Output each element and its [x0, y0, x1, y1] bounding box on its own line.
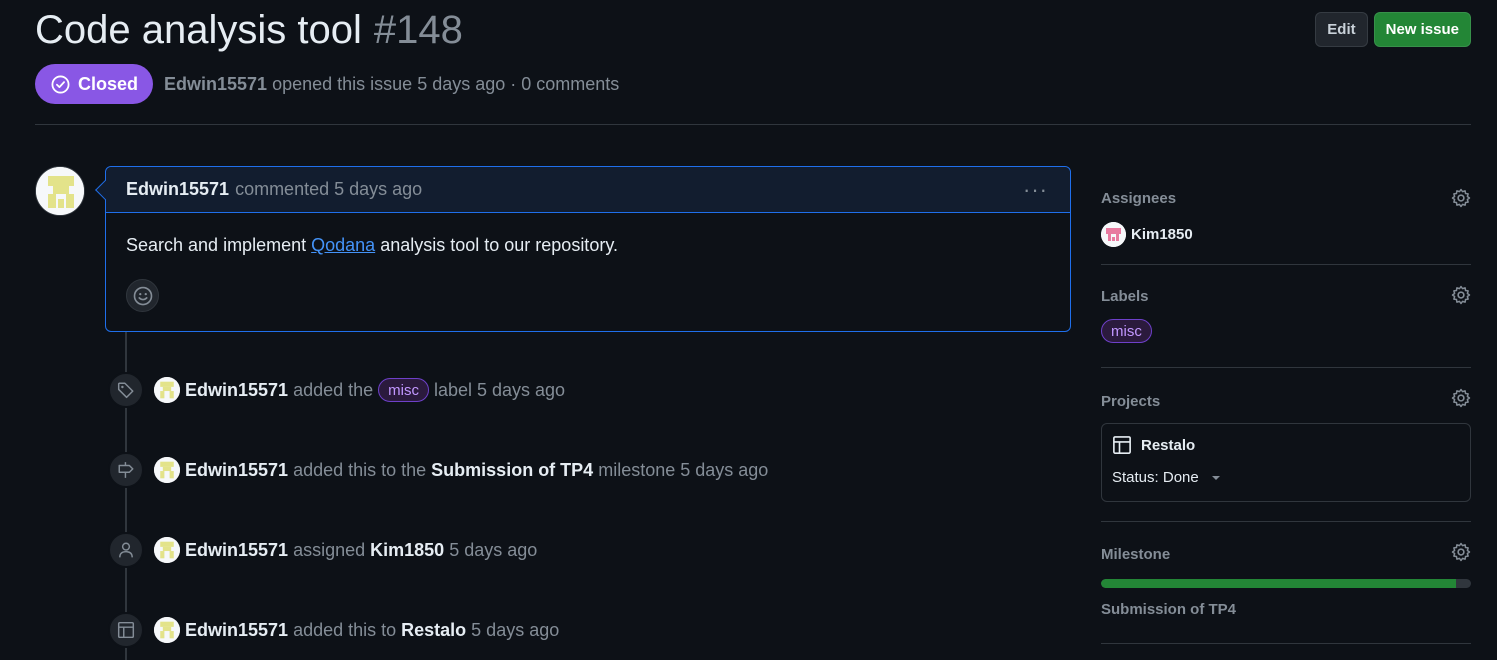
new-issue-button[interactable]: New issue: [1373, 12, 1471, 47]
event-text: added the: [293, 379, 374, 400]
comment-text-before: Search and implement: [126, 235, 307, 255]
gear-icon[interactable]: [1451, 188, 1471, 208]
labels-section: Labels misc: [1101, 265, 1471, 368]
comment-author-link[interactable]: Edwin15571: [126, 179, 229, 200]
author-avatar[interactable]: [35, 166, 85, 216]
identicon-image: [154, 537, 180, 563]
opened-info: opened this issue 5 days ago · 0 comment…: [272, 73, 620, 94]
actor-avatar[interactable]: [154, 377, 180, 403]
issue-comment: Edwin15571 commented 5 days ago ··· Sear…: [95, 166, 1071, 332]
tag-icon-wrapper: [108, 372, 144, 408]
header-actions: Edit New issue: [1315, 12, 1471, 47]
identicon-image: [154, 457, 180, 483]
project-status-dropdown[interactable]: Status: Done: [1112, 469, 1460, 486]
comment-pointer: [95, 180, 115, 200]
table-icon: [117, 621, 135, 639]
milestone-progress-fill: [1101, 579, 1457, 588]
gear-icon[interactable]: [1451, 542, 1471, 562]
milestone-icon: [118, 462, 134, 478]
gear-icon[interactable]: [1451, 285, 1471, 305]
issue-title-row: Code analysis tool #148: [35, 8, 463, 53]
event-text: label 5 days ago: [433, 379, 566, 400]
actor-avatar[interactable]: [154, 617, 180, 643]
actor-avatar[interactable]: [154, 457, 180, 483]
actor-link[interactable]: Edwin15571: [185, 460, 288, 481]
label-chip-misc[interactable]: misc: [1101, 319, 1152, 343]
person-icon: [119, 542, 133, 558]
table-icon-wrapper: [108, 612, 144, 648]
milestone-link[interactable]: Submission of TP4: [431, 460, 593, 481]
projects-title: Projects: [1101, 393, 1161, 410]
assignees-title: Assignees: [1101, 190, 1177, 207]
event-text: 5 days ago: [449, 539, 538, 560]
issue-number: #148: [373, 8, 463, 52]
caret-down-icon: [1211, 475, 1220, 480]
edit-button[interactable]: Edit: [1315, 12, 1368, 47]
assignee-avatar: [1101, 222, 1126, 247]
table-icon: [1113, 436, 1131, 454]
milestone-progress-bar: [1101, 579, 1471, 588]
issue-title: Code analysis tool: [35, 8, 362, 52]
timeline-event-label: Edwin15571 added the misc label 5 days a…: [108, 372, 570, 408]
identicon-image: [154, 617, 180, 643]
add-reaction-button[interactable]: [126, 279, 159, 312]
actor-link[interactable]: Edwin15571: [185, 620, 288, 641]
issue-author-link[interactable]: Edwin15571: [164, 74, 267, 94]
actor-link[interactable]: Edwin15571: [185, 380, 288, 401]
assignee-name: Kim1850: [1131, 226, 1193, 243]
timeline-event-milestone: Edwin15571 added this to the Submission …: [108, 452, 773, 488]
timeline-event-assigned: Edwin15571 assigned Kim1850 5 days ago: [108, 532, 542, 568]
issue-opened-text: Edwin15571 opened this issue 5 days ago …: [164, 74, 619, 95]
issue-meta: Closed Edwin15571 opened this issue 5 da…: [35, 64, 619, 104]
identicon-image: [154, 377, 180, 403]
smiley-icon: [133, 286, 152, 305]
actor-avatar[interactable]: [154, 537, 180, 563]
projects-section: Projects Restalo Status: Done: [1101, 368, 1471, 522]
identicon-image: [1101, 222, 1126, 247]
project-name-link[interactable]: Restalo: [1141, 437, 1195, 454]
assignee-link[interactable]: Kim1850: [370, 540, 444, 561]
project-card: Restalo Status: Done: [1101, 423, 1471, 502]
status-label: Closed: [78, 73, 139, 94]
labels-title: Labels: [1101, 288, 1149, 305]
kebab-menu-icon[interactable]: ···: [1023, 177, 1048, 203]
project-link[interactable]: Restalo: [401, 620, 466, 641]
event-text: milestone 5 days ago: [598, 459, 769, 480]
tag-icon: [117, 382, 134, 399]
header-divider: [35, 124, 1471, 125]
timeline-event-project: Edwin15571 added this to Restalo 5 days …: [108, 612, 564, 648]
milestone-icon-wrapper: [108, 452, 144, 488]
comment-text-after: analysis tool to our repository.: [380, 235, 618, 255]
assignees-section: Assignees Kim1850: [1101, 166, 1471, 265]
qodana-link[interactable]: Qodana: [311, 235, 375, 255]
gear-icon[interactable]: [1451, 388, 1471, 408]
check-circle-icon: [51, 75, 70, 93]
comment-timestamp: commented 5 days ago: [235, 179, 423, 199]
event-text: added this to: [293, 619, 397, 640]
person-icon-wrapper: [108, 532, 144, 568]
milestone-name-link[interactable]: Submission of TP4: [1101, 601, 1471, 618]
comment-body: Search and implement Qodana analysis too…: [106, 213, 1070, 256]
milestone-section: Milestone Submission of TP4: [1101, 522, 1471, 644]
milestone-title: Milestone: [1101, 546, 1171, 563]
issue-sidebar: Assignees Kim1850 Labels misc Projects R…: [1101, 166, 1471, 644]
event-text: added this to the: [293, 459, 427, 480]
project-status-value: Status: Done: [1112, 469, 1199, 486]
event-text: 5 days ago: [471, 619, 560, 640]
event-text: assigned: [293, 539, 366, 560]
actor-link[interactable]: Edwin15571: [185, 540, 288, 561]
assignee-item[interactable]: Kim1850: [1101, 222, 1471, 247]
label-chip-misc[interactable]: misc: [378, 378, 429, 402]
comment-header: Edwin15571 commented 5 days ago ···: [95, 167, 1070, 213]
identicon-image: [36, 167, 84, 215]
status-badge: Closed: [35, 64, 154, 104]
